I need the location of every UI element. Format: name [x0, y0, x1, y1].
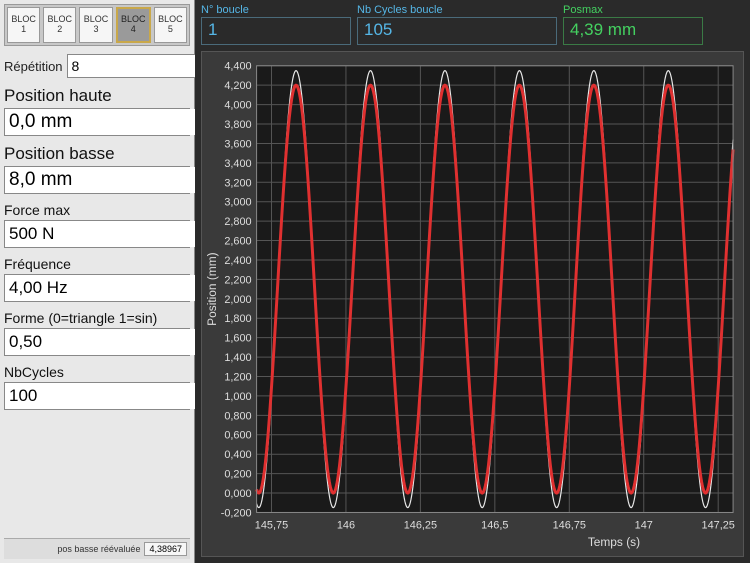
- svg-text:4,400: 4,400: [224, 61, 251, 73]
- header: N° boucle 1 Nb Cycles boucle 105 Posmax …: [195, 0, 750, 47]
- boucle-value[interactable]: 1: [201, 17, 351, 45]
- svg-text:1,200: 1,200: [224, 371, 251, 383]
- svg-text:4,000: 4,000: [224, 100, 251, 112]
- svg-text:3,400: 3,400: [224, 158, 251, 170]
- svg-text:1,600: 1,600: [224, 333, 251, 345]
- repetition-label: Répétition: [4, 59, 63, 74]
- posmax-label: Posmax: [563, 4, 744, 16]
- svg-text:2,000: 2,000: [224, 294, 251, 306]
- svg-text:146,5: 146,5: [481, 519, 508, 531]
- svg-text:4,200: 4,200: [224, 80, 251, 92]
- svg-text:146,75: 146,75: [553, 519, 586, 531]
- main-panel: N° boucle 1 Nb Cycles boucle 105 Posmax …: [195, 0, 750, 563]
- cycles-label: Nb Cycles boucle: [357, 4, 557, 16]
- footer-label: pos basse réévaluée: [57, 544, 140, 554]
- footer-value: 4,38967: [144, 542, 187, 556]
- bloc-tab-4[interactable]: BLOC4: [116, 7, 151, 43]
- svg-text:145,75: 145,75: [255, 519, 288, 531]
- svg-text:0,600: 0,600: [224, 430, 251, 442]
- footer-row: pos basse réévaluée 4,38967: [4, 538, 190, 559]
- svg-text:3,600: 3,600: [224, 138, 251, 150]
- svg-text:146,25: 146,25: [404, 519, 437, 531]
- bloc-tabs: BLOC1BLOC2BLOC3BLOC4BLOC5: [4, 4, 190, 46]
- svg-text:0,400: 0,400: [224, 449, 251, 461]
- svg-text:1,400: 1,400: [224, 352, 251, 364]
- param-label-1: Position basse: [4, 144, 190, 164]
- svg-text:2,600: 2,600: [224, 236, 251, 248]
- param-label-3: Fréquence: [4, 256, 190, 272]
- param-label-2: Force max: [4, 202, 190, 218]
- chart-svg: -0,200 0,000 0,200 0,400 0,600 0,800 1,000 1,20…: [202, 52, 743, 556]
- svg-text:0,800: 0,800: [224, 410, 251, 422]
- bloc-tab-1[interactable]: BLOC1: [7, 7, 40, 43]
- svg-text:1,000: 1,000: [224, 391, 251, 403]
- bloc-tab-5[interactable]: BLOC5: [154, 7, 187, 43]
- svg-text:Position (mm): Position (mm): [205, 252, 219, 325]
- svg-text:2,800: 2,800: [224, 216, 251, 228]
- svg-text:2,200: 2,200: [224, 274, 251, 286]
- posmax-value: 4,39 mm: [563, 17, 703, 45]
- svg-text:3,000: 3,000: [224, 197, 251, 209]
- svg-text:0,000: 0,000: [224, 488, 251, 500]
- svg-text:3,200: 3,200: [224, 177, 251, 189]
- param-label-0: Position haute: [4, 86, 190, 106]
- svg-text:147: 147: [635, 519, 653, 531]
- param-label-4: Forme (0=triangle 1=sin): [4, 310, 190, 326]
- chart: -0,200 0,000 0,200 0,400 0,600 0,800 1,000 1,20…: [201, 51, 744, 557]
- svg-text:0,200: 0,200: [224, 469, 251, 481]
- sidebar: BLOC1BLOC2BLOC3BLOC4BLOC5 Répétition ▲▼ …: [0, 0, 195, 563]
- svg-text:3,800: 3,800: [224, 119, 251, 131]
- svg-text:147,25: 147,25: [702, 519, 735, 531]
- svg-text:Temps (s): Temps (s): [588, 535, 640, 549]
- svg-text:-0,200: -0,200: [221, 507, 252, 519]
- boucle-label: N° boucle: [201, 4, 351, 16]
- svg-text:2,400: 2,400: [224, 255, 251, 267]
- svg-text:146: 146: [337, 519, 355, 531]
- cycles-value[interactable]: 105: [357, 17, 557, 45]
- svg-text:1,800: 1,800: [224, 313, 251, 325]
- param-label-5: NbCycles: [4, 364, 190, 380]
- bloc-tab-2[interactable]: BLOC2: [43, 7, 76, 43]
- bloc-tab-3[interactable]: BLOC3: [79, 7, 112, 43]
